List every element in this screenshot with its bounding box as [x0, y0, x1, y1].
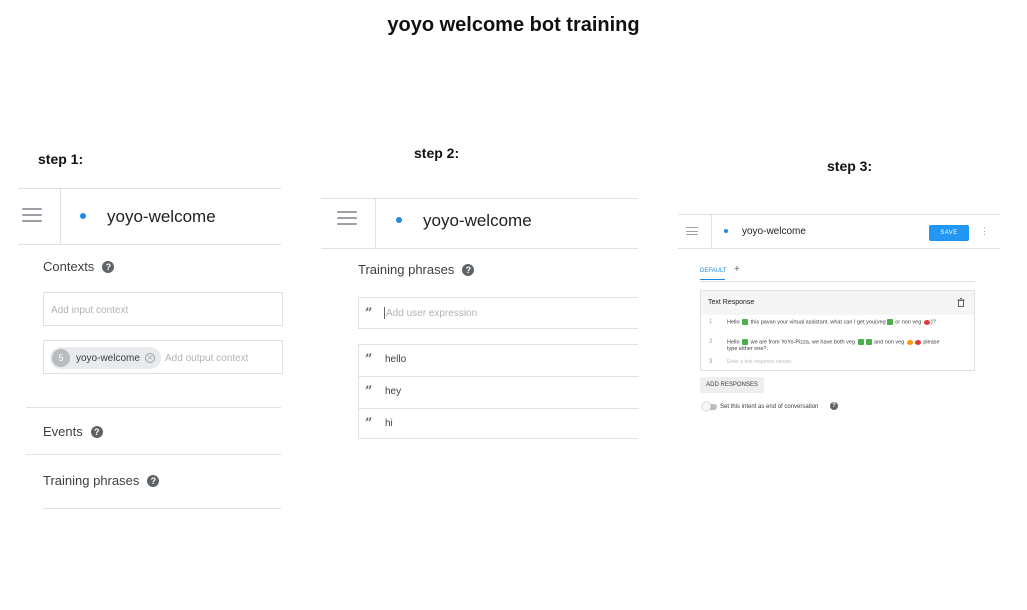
context-chip-name: yoyo-welcome: [76, 352, 140, 364]
trash-icon[interactable]: [957, 298, 965, 307]
training-section-title[interactable]: Training phrases ?: [43, 473, 160, 488]
help-circle-icon[interactable]: ?: [830, 402, 838, 410]
response-text-part: )?: [930, 319, 936, 326]
text-response-card: Text Response 1 Hello this pavan your vi…: [700, 290, 975, 371]
enter-variant-placeholder[interactable]: Enter a text response variant: [727, 359, 791, 365]
quote-icon: ”: [365, 384, 373, 399]
response-text-part: we are from YoYo-Pizza, we have both veg: [749, 339, 855, 346]
intent-name[interactable]: yoyo-welcome: [107, 207, 216, 227]
intent-dot-icon: [396, 217, 402, 223]
save-button[interactable]: SAVE: [929, 225, 969, 241]
response-text[interactable]: Hello we are from YoYo-Pizza, we have bo…: [727, 339, 947, 353]
contexts-section-title[interactable]: Contexts ?: [43, 259, 115, 274]
step-1-label: step 1:: [38, 151, 84, 167]
step-2-panel: yoyo-welcome Training phrases ? ” Add us…: [321, 198, 639, 448]
divider: [18, 188, 281, 189]
intent-name[interactable]: yoyo-welcome: [423, 211, 532, 231]
quote-icon: ”: [365, 416, 373, 431]
help-circle-icon[interactable]: ?: [462, 263, 475, 276]
help-circle-icon[interactable]: ?: [102, 260, 115, 273]
tab-indicator: [700, 279, 725, 280]
step-2-label: step 2:: [414, 145, 460, 161]
divider: [711, 214, 712, 248]
close-circle-icon[interactable]: ✕: [144, 353, 155, 363]
training-field-edge: [43, 508, 281, 509]
output-context-chip[interactable]: 5 yoyo-welcome ✕: [50, 347, 161, 369]
help-circle-icon[interactable]: ?: [147, 474, 160, 487]
response-text-part: or non veg: [893, 319, 922, 326]
step-3-panel: yoyo-welcome SAVE ⋮ DEFAULT + Text Respo…: [678, 214, 1000, 424]
response-number: 1: [709, 319, 713, 325]
response-number: 3: [709, 359, 713, 365]
quote-icon: ”: [365, 306, 373, 321]
contexts-title: Contexts: [43, 259, 95, 274]
man-emoji-icon: [742, 339, 749, 345]
response-number: 2: [709, 339, 713, 345]
training-phrase-list: ” hello ” hey ” hi: [358, 344, 639, 440]
input-context-field[interactable]: Add input context: [43, 292, 283, 326]
training-section-title[interactable]: Training phrases ?: [358, 262, 475, 277]
text-response-title: Text Response: [708, 299, 755, 306]
divider: [60, 188, 61, 244]
divider: [700, 281, 975, 282]
add-responses-button[interactable]: ADD RESPONSES: [700, 377, 764, 393]
veg-emoji-icon: [886, 319, 893, 325]
output-context-field[interactable]: 5 yoyo-welcome ✕ Add output context: [43, 340, 283, 374]
training-title: Training phrases: [358, 262, 455, 277]
response-text-part: and non veg: [872, 339, 905, 346]
man-emoji-icon: [742, 319, 749, 325]
input-context-placeholder: Add input context: [51, 305, 129, 316]
tab-default[interactable]: DEFAULT: [700, 268, 727, 274]
divider: [375, 198, 376, 248]
hamburger-menu-icon[interactable]: [22, 208, 42, 222]
end-conversation-toggle[interactable]: [702, 402, 717, 411]
list-item[interactable]: 2 Hello we are from YoYo-Pizza, we have …: [701, 335, 974, 355]
list-item[interactable]: 1 Hello this pavan your virtual assistan…: [701, 315, 974, 335]
divider: [26, 454, 281, 455]
divider: [18, 244, 281, 245]
end-conversation-label: Set this intent as end of conversation: [720, 404, 819, 410]
meat-emoji-icon: [914, 339, 921, 345]
quote-icon: ”: [365, 352, 373, 367]
divider: [321, 198, 638, 199]
divider: [678, 248, 1000, 249]
hamburger-menu-icon[interactable]: [686, 227, 698, 235]
help-circle-icon[interactable]: ?: [90, 425, 103, 438]
list-item[interactable]: ” hey: [359, 377, 639, 408]
drumstick-emoji-icon: [906, 339, 913, 345]
step-3-label: step 3:: [827, 158, 873, 174]
events-title: Events: [43, 424, 83, 439]
response-text-part: this pavan your virtual assistant. what …: [750, 319, 886, 326]
events-section-title[interactable]: Events ?: [43, 424, 103, 439]
tab-add-icon[interactable]: +: [734, 264, 740, 275]
response-text-part: Hello: [727, 319, 740, 326]
divider: [678, 214, 1000, 215]
list-item[interactable]: ” hello: [359, 345, 639, 376]
training-phrase[interactable]: hi: [385, 418, 393, 429]
text-cursor: [384, 307, 385, 319]
response-text-part: Hello: [727, 339, 740, 346]
salad-emoji-icon: [865, 339, 872, 345]
broccoli-emoji-icon: [857, 339, 864, 345]
response-text[interactable]: Hello this pavan your virtual assistant.…: [727, 319, 947, 326]
divider: [321, 248, 638, 249]
list-item[interactable]: 3 Enter a text response variant: [701, 357, 974, 370]
meat-emoji-icon: [923, 319, 930, 325]
add-expression-field[interactable]: ” Add user expression: [358, 297, 638, 329]
add-expression-placeholder: Add user expression: [386, 308, 478, 319]
context-lifespan[interactable]: 5: [52, 349, 70, 367]
more-vertical-icon[interactable]: ⋮: [980, 226, 989, 237]
intent-dot-icon: [80, 213, 86, 219]
output-context-placeholder: Add output context: [165, 353, 249, 364]
page-title: yoyo welcome bot training: [387, 14, 640, 36]
list-item[interactable]: ” hi: [359, 409, 639, 440]
hamburger-menu-icon[interactable]: [337, 211, 357, 225]
training-phrase[interactable]: hey: [385, 386, 401, 397]
intent-dot-icon: [724, 229, 728, 233]
training-title: Training phrases: [43, 473, 140, 488]
divider: [26, 407, 281, 408]
training-phrase[interactable]: hello: [385, 354, 406, 365]
intent-name[interactable]: yoyo-welcome: [742, 226, 806, 237]
step-1-panel: yoyo-welcome Contexts ? Add input contex…: [18, 188, 283, 518]
